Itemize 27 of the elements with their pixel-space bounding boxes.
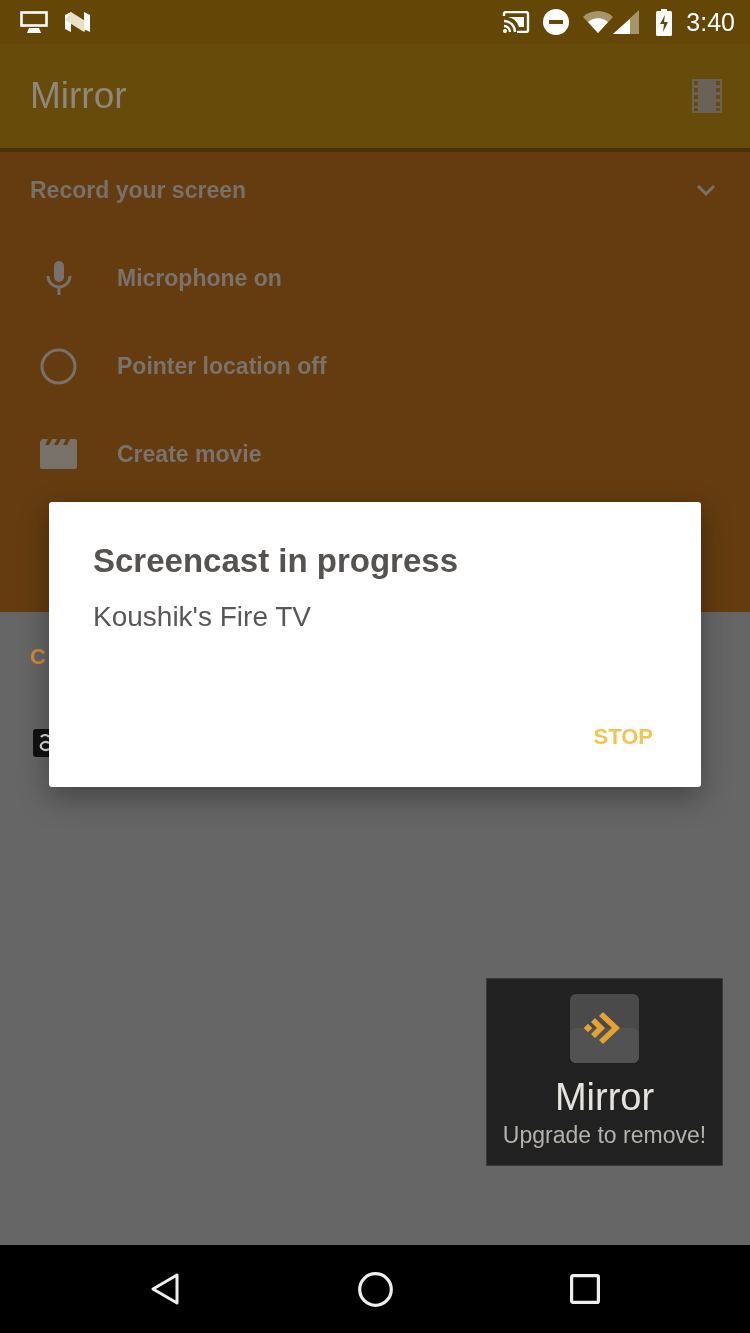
stop-button[interactable]: STOP: [581, 715, 665, 759]
monitor-icon: [20, 11, 48, 33]
menu-item-label[interactable]: Pointer location off: [117, 352, 327, 380]
dialog-message: Koushik's Fire TV: [93, 600, 311, 634]
clapperboard-icon: [40, 439, 77, 469]
menu-item-label[interactable]: Microphone on: [117, 264, 282, 292]
home-icon[interactable]: [357, 1271, 393, 1307]
app-logo-icon: [570, 994, 639, 1063]
menu-item-label[interactable]: Create movie: [117, 440, 262, 468]
cast-icon: [502, 11, 531, 33]
promo-subtitle: Upgrade to remove!: [502, 1121, 707, 1149]
dialog-title: Screencast in progress: [93, 541, 458, 581]
battery-charging-icon: [656, 8, 673, 36]
section-title: Record your screen: [30, 176, 247, 204]
do-not-disturb-icon: [543, 9, 570, 35]
n-logo-icon: [64, 11, 91, 33]
promo-title: Mirror: [554, 1075, 655, 1119]
circle-icon: [40, 347, 77, 385]
back-icon[interactable]: [150, 1272, 180, 1306]
recents-icon[interactable]: [570, 1274, 600, 1304]
device-logo-icon: [33, 729, 49, 757]
wifi-icon: [583, 11, 614, 33]
status-time: 3:40: [686, 7, 735, 37]
section-title: C: [30, 643, 46, 671]
microphone-icon: [45, 261, 72, 295]
app-title: Mirror: [30, 74, 127, 118]
signal-icon: [613, 10, 640, 34]
